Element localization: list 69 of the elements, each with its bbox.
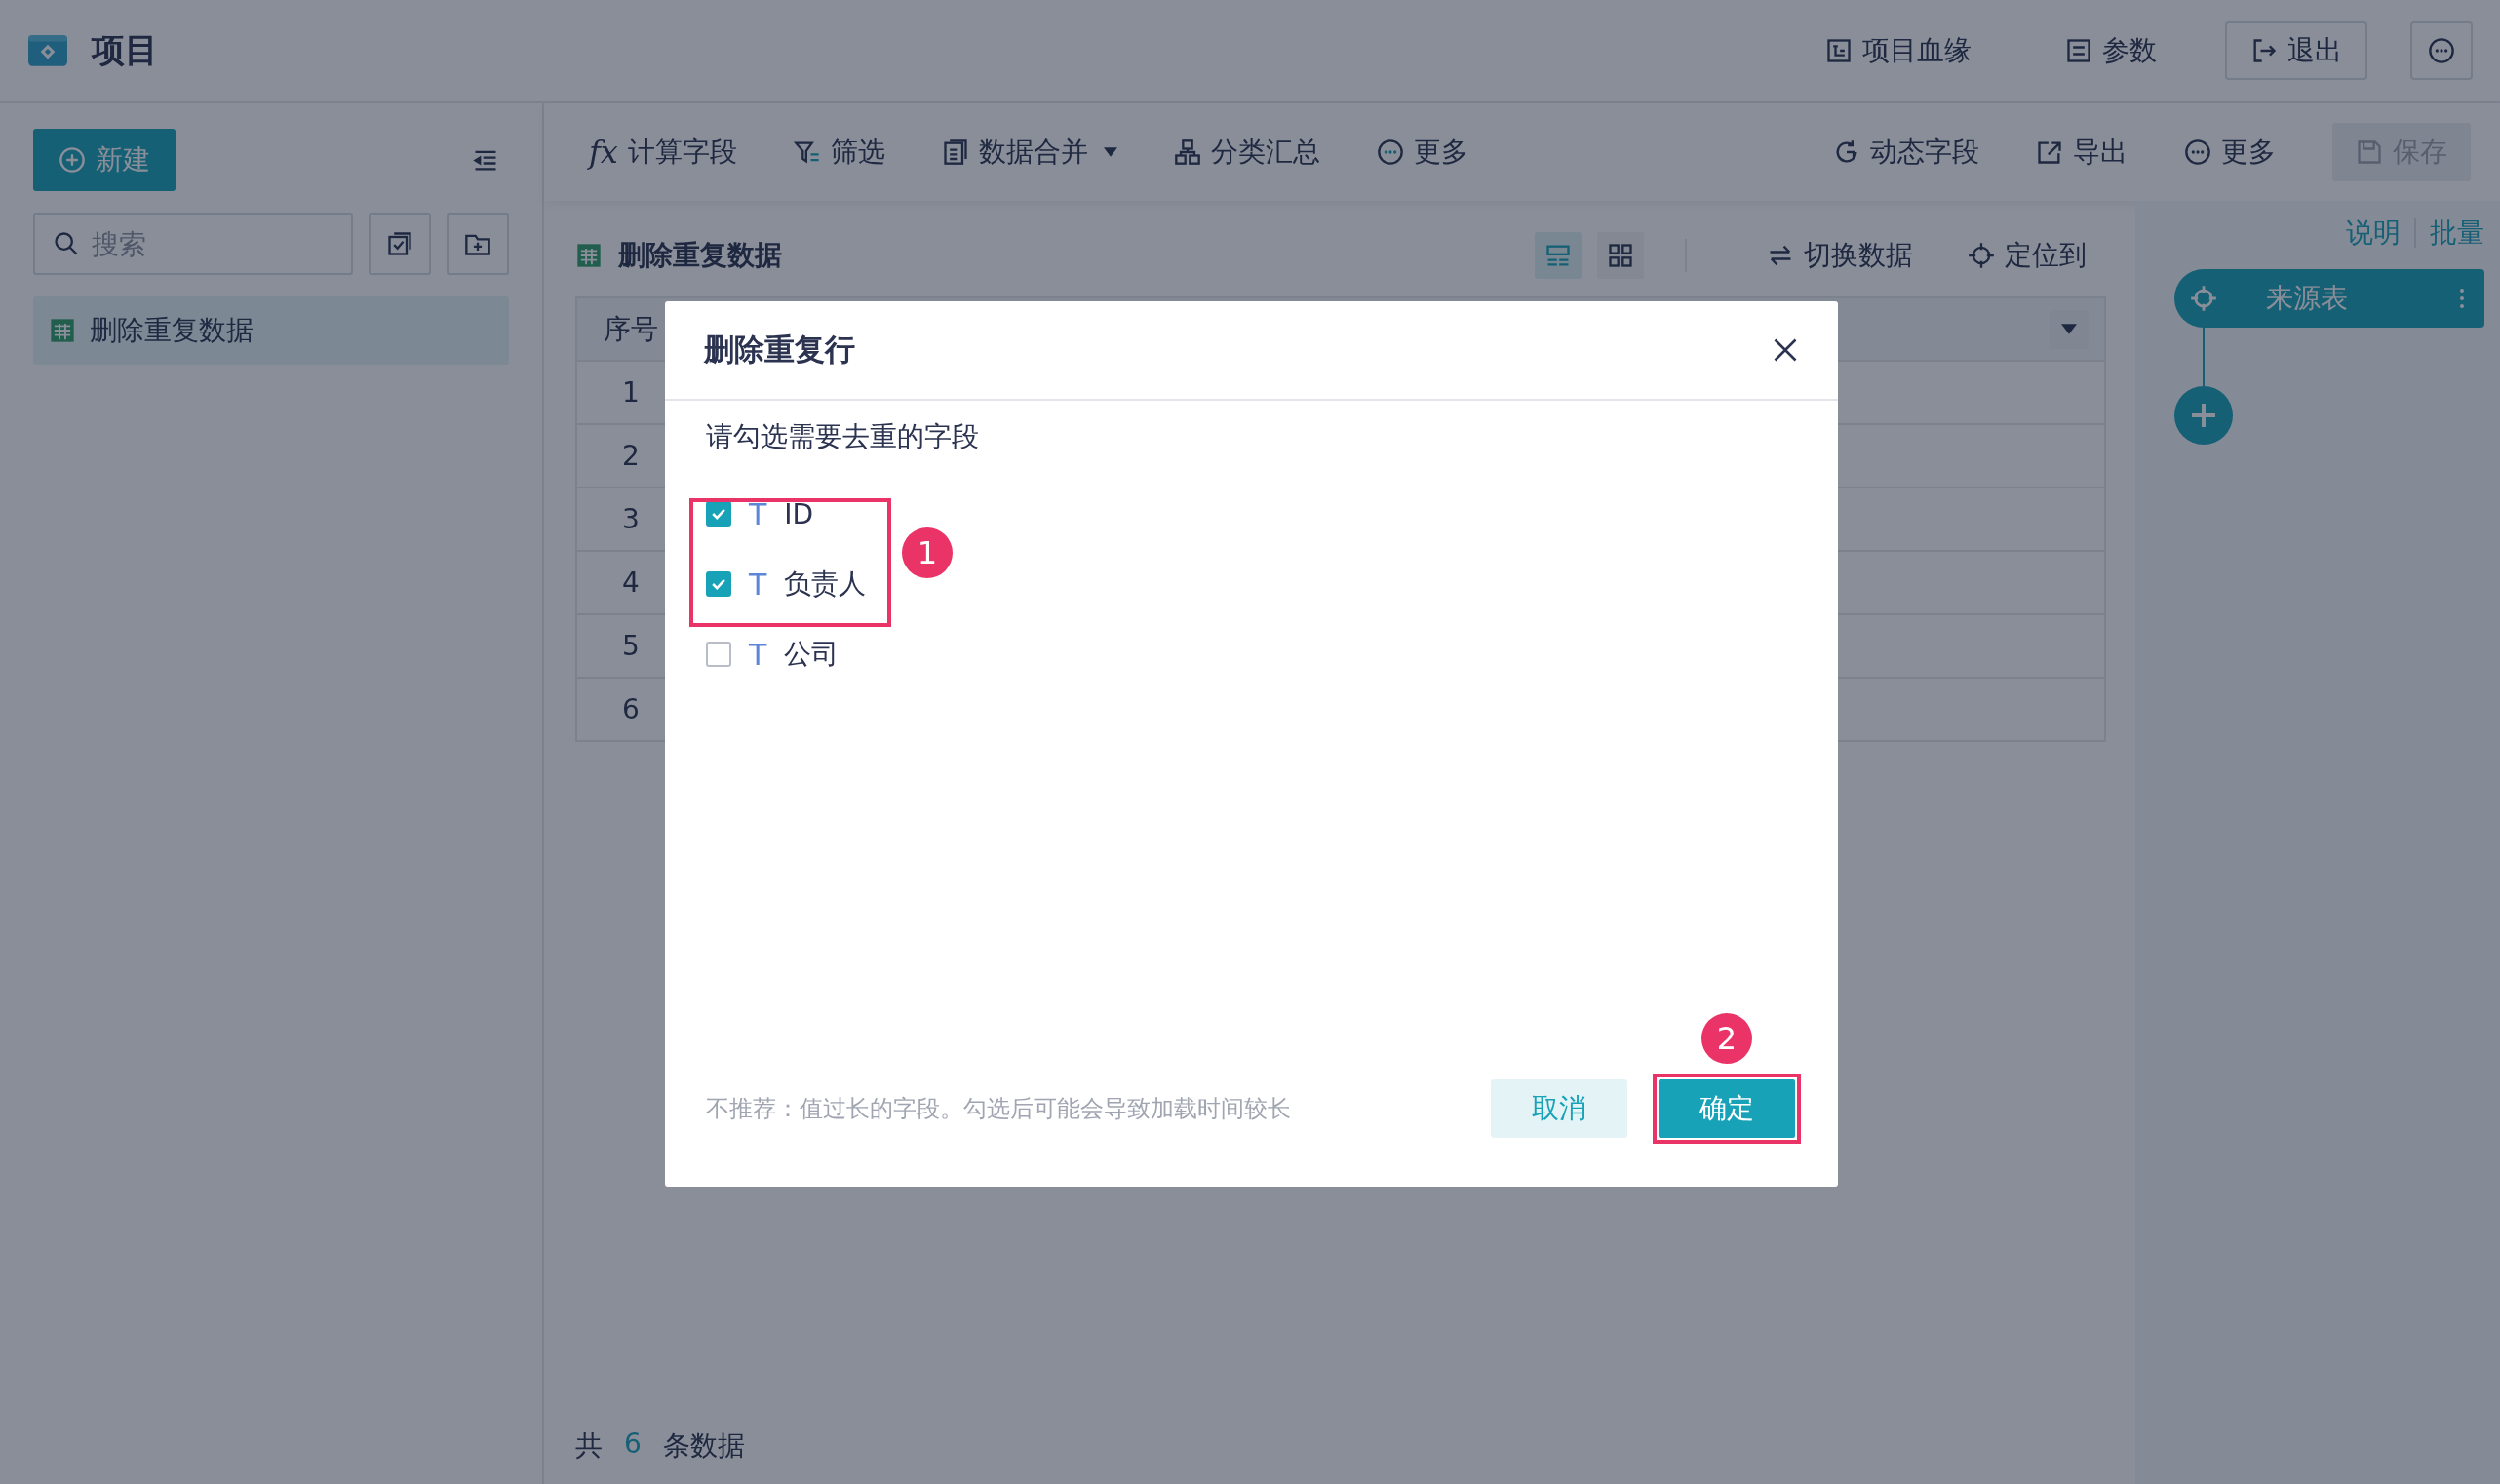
cancel-button[interactable]: 取消 — [1491, 1079, 1627, 1138]
toolbar-button[interactable]: 数据合并 — [941, 134, 1117, 171]
app-title: 项目 — [92, 29, 158, 71]
new-folder-button[interactable] — [447, 213, 509, 275]
sliders-icon — [2065, 37, 2092, 64]
dialog-title: 删除重复行 — [704, 331, 855, 369]
add-node-icon[interactable] — [2174, 386, 2233, 445]
toolbar-button[interactable]: fx 计算字段 — [589, 134, 737, 171]
checkbox[interactable] — [706, 571, 731, 597]
table-icon — [575, 242, 603, 269]
step-number-badge: 2 — [1701, 1013, 1752, 1064]
node-label: 来源表 — [2266, 281, 2349, 316]
view-mode-button[interactable] — [1597, 232, 1644, 279]
row-number: 1 — [621, 376, 641, 409]
app-logo-icon — [27, 34, 68, 67]
dataset-title: 删除重复数据 — [618, 238, 782, 273]
text-type-glyph: T — [749, 637, 767, 672]
text-type-glyph: T — [749, 496, 767, 531]
dataset-action-button[interactable]: 切换数据 — [1767, 237, 1913, 274]
row-number: 5 — [621, 630, 641, 662]
toolbar-button[interactable]: 筛选 — [793, 134, 885, 171]
header-button[interactable]: 项目血缘 — [1800, 21, 1997, 80]
caret-icon — [2061, 324, 2077, 334]
row-number: 4 — [621, 566, 641, 599]
toolbar-button[interactable]: 更多 — [2184, 134, 2276, 171]
row-count-label: 共 — [575, 1428, 603, 1464]
more-button[interactable] — [2410, 21, 2473, 80]
dataset-action-button[interactable]: 定位到 — [1968, 237, 2087, 274]
field-name: ID — [784, 497, 814, 530]
grid-view-icon — [1607, 242, 1634, 269]
header-button[interactable]: 退出 — [2225, 21, 2367, 80]
dialog-prompt: 请勾选需要去重的字段 — [706, 419, 980, 454]
checkbox[interactable] — [706, 642, 731, 667]
more-icon — [2428, 37, 2455, 64]
search-field[interactable]: 搜索 — [33, 213, 353, 275]
checkbox[interactable] — [706, 501, 731, 527]
row-number: 3 — [621, 503, 641, 535]
close-icon[interactable] — [1772, 336, 1799, 364]
toolbar-button[interactable]: 更多 — [1376, 134, 1468, 171]
row-number: 2 — [621, 440, 641, 472]
step-number-badge: 1 — [902, 527, 953, 578]
more-icon — [1376, 138, 1404, 166]
multi-select-button[interactable] — [369, 213, 431, 275]
search-icon — [53, 230, 80, 257]
document-icon — [941, 138, 969, 166]
row-count: 6 — [624, 1427, 642, 1462]
table-icon — [49, 317, 76, 344]
header-button[interactable]: 参数 — [2040, 21, 2182, 80]
hierarchy-icon — [1173, 138, 1201, 166]
sidebar-item[interactable]: 删除重复数据 — [33, 296, 509, 365]
field-name: 公司 — [784, 637, 840, 672]
confirm-button[interactable]: 确定 — [1659, 1079, 1795, 1138]
toolbar-button[interactable]: 分类汇总 — [1173, 134, 1320, 171]
plus-circle-icon — [59, 146, 86, 174]
column-menu-button[interactable] — [2050, 309, 2089, 349]
more-icon — [2184, 138, 2211, 166]
toolbar-button[interactable]: 动态字段 — [1833, 134, 1979, 171]
column-header: 序号 — [603, 311, 659, 347]
caret-icon — [1103, 147, 1117, 157]
checked-square-icon — [386, 230, 413, 257]
dialog-note: 不推荐：值过长的字段。勾选后可能会导致加载时间较长 — [706, 1094, 1291, 1124]
toolbar-button[interactable]: 导出 — [2036, 134, 2128, 171]
crosshair-icon — [2190, 285, 2217, 312]
row-count-label: 条数据 — [662, 1428, 745, 1464]
crosshair-icon — [1968, 242, 1995, 269]
text-type-glyph: T — [749, 566, 767, 602]
field-name: 负责人 — [784, 566, 867, 602]
row-number: 6 — [621, 693, 641, 725]
lineage-icon — [1825, 37, 1853, 64]
